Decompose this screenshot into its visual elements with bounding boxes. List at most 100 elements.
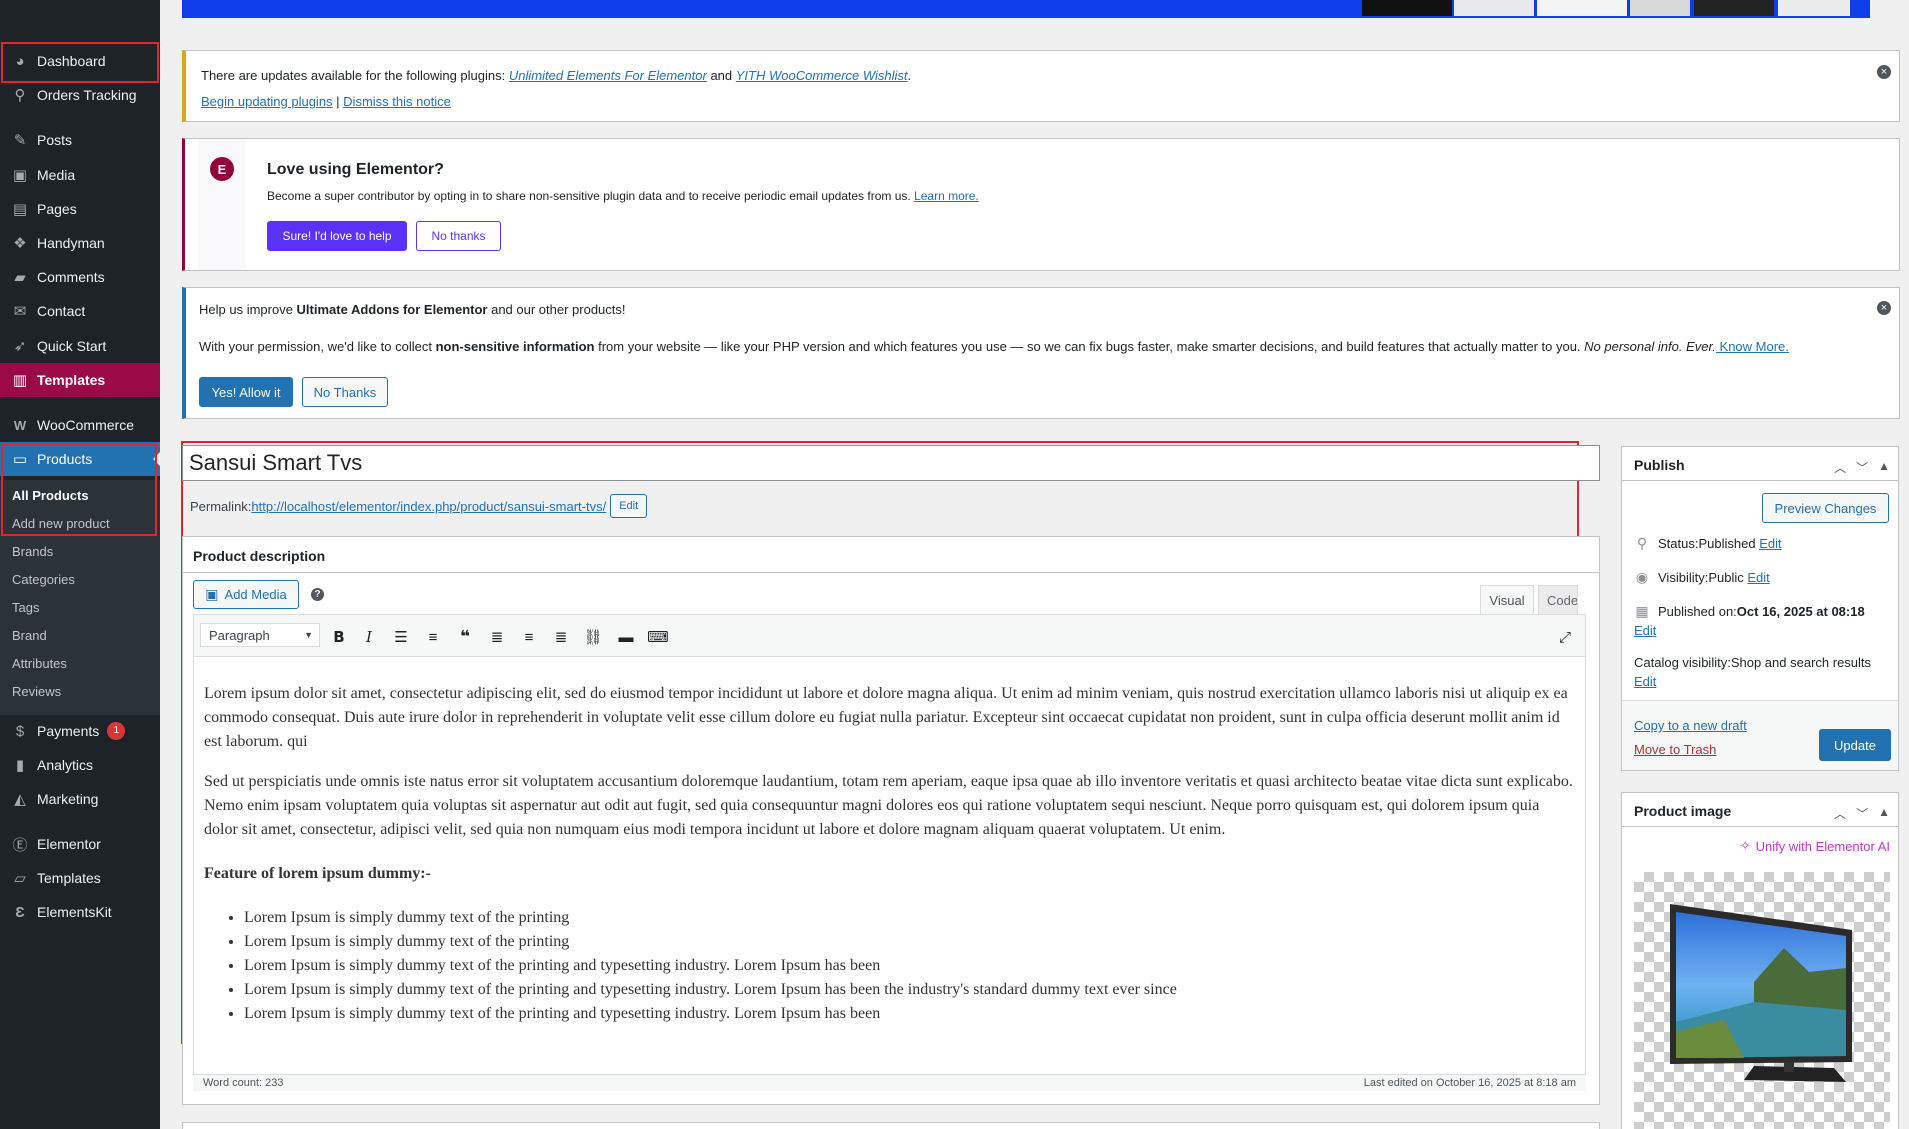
chevron-up-icon[interactable]: ︿ [1834,805,1846,822]
product-image-header: Product image ︿ ﹀ ▲ [1622,793,1898,827]
italic-icon[interactable]: I [358,626,380,648]
unify-with-ai-link[interactable]: ✧ Unify with Elementor AI [1740,838,1890,854]
sidebar-item-products[interactable]: ▭ Products [0,442,160,476]
publish-actions: Copy to a new draft Move to Trash Update [1622,700,1898,770]
permalink-url-link[interactable]: http://localhost/elementor/index.php/pro… [251,499,606,514]
banner-thumb [1454,0,1534,16]
tv-image [1670,904,1852,1082]
add-media-button[interactable]: ▣ Add Media [193,580,299,609]
link-icon[interactable]: ⛓ [582,626,604,648]
bold-icon[interactable]: B [328,626,350,648]
align-right-icon[interactable]: ≣ [550,626,572,648]
align-left-icon[interactable]: ≣ [486,626,508,648]
editor-content[interactable]: Lorem ipsum dolor sit amet, consectetur … [204,682,1574,1026]
banner-thumb [1630,0,1690,16]
envelope-icon: ✉ [13,303,27,320]
align-center-icon[interactable]: ≡ [518,626,540,648]
update-button[interactable]: Update [1819,729,1891,761]
elementor-optin-no-button[interactable]: No thanks [416,221,501,251]
pages-icon: ▤ [12,201,28,218]
submenu-brands[interactable]: Brands [12,544,53,559]
submenu-all-products[interactable]: All Products [12,488,89,503]
dismiss-notice-link[interactable]: Dismiss this notice [343,94,451,109]
sidebar-item-handyman[interactable]: ❖ Handyman [0,226,160,260]
submenu-categories[interactable]: Categories [12,572,75,587]
list-item: Lorem Ipsum is simply dummy text of the … [244,906,1574,930]
sidebar-item-quick-start[interactable]: ➶ Quick Start [0,329,160,363]
sidebar-item-marketing[interactable]: ◭ Marketing [0,782,160,816]
sidebar-item-templates[interactable]: ▥ Templates [0,363,160,397]
learn-more-link[interactable]: Learn more. [914,189,979,203]
sidebar-item-dashboard[interactable]: ◕ Dashboard [0,44,160,78]
product-image-thumbnail[interactable] [1634,872,1890,1129]
editor-status-bar: Word count: 233 Last edited on October 1… [193,1074,1586,1091]
submenu-add-new-product[interactable]: Add new product [12,516,110,531]
collapse-toggle-icon[interactable]: ▲ [1878,805,1890,822]
status-edit-link[interactable]: Edit [1759,536,1781,551]
submenu-brand[interactable]: Brand [12,628,47,643]
know-more-link[interactable]: Know More. [1716,339,1789,354]
sidebar-item-woocommerce[interactable]: W WooCommerce [0,408,160,442]
begin-updating-link[interactable]: Begin updating plugins [201,94,333,109]
sidebar-item-pages[interactable]: ▤ Pages [0,192,160,226]
sidebar-item-elementor[interactable]: Ⓔ Elementor [0,827,160,861]
calendar-icon: ▦ [1635,603,1649,619]
chevron-down-icon[interactable]: ﹀ [1856,459,1868,476]
sidebar-item-analytics[interactable]: ▮ Analytics [0,748,160,782]
numbered-list-icon[interactable]: ≡ [422,626,444,648]
visibility-edit-link[interactable]: Edit [1747,570,1769,585]
team-icon: ❖ [13,235,27,252]
elementor-optin-yes-button[interactable]: Sure! I'd love to help [267,221,407,251]
toolbar-toggle-icon[interactable]: ⌨ [647,626,669,648]
updates-actions: Begin updating plugins | Dismiss this no… [201,94,451,109]
read-more-icon[interactable]: ▬ [615,626,637,648]
plugin-link-yith-wishlist[interactable]: YITH WooCommerce Wishlist [736,68,908,83]
comment-icon: ▰ [14,269,26,286]
eye-icon: ◉ [1635,569,1649,585]
bullet-list-icon[interactable]: ☰ [390,626,412,648]
sidebar-item-orders-tracking[interactable]: ⚲ Orders Tracking [0,78,160,112]
media-icon: ▣ [12,167,28,184]
bar-chart-icon: ▮ [15,757,25,774]
close-icon[interactable]: × [1877,65,1891,79]
permalink-edit-button[interactable]: Edit [610,494,648,518]
blockquote-icon[interactable]: ❝ [454,626,476,648]
tab-visual[interactable]: Visual [1480,585,1534,614]
copy-to-draft-link[interactable]: Copy to a new draft [1634,718,1747,733]
chevron-up-icon[interactable]: ︿ [1834,459,1846,476]
product-title-input[interactable]: Sansui Smart Tvs [182,445,1600,481]
elementskit-icon: Ɛ [15,903,25,921]
move-to-trash-link[interactable]: Move to Trash [1634,742,1716,757]
preview-changes-button[interactable]: Preview Changes [1762,493,1889,523]
sidebar-item-elementskit[interactable]: Ɛ ElementsKit [0,895,160,929]
collapse-toggle-icon[interactable]: ▲ [1878,459,1890,476]
submenu-tags[interactable]: Tags [12,600,39,615]
chevron-down-icon[interactable]: ﹀ [1856,805,1868,822]
permalink-row: Permalink: http://localhost/elementor/in… [190,494,648,518]
catalog-edit-link[interactable]: Edit [1634,674,1656,689]
sidebar-item-media[interactable]: ▣ Media [0,158,160,192]
tab-code[interactable]: Code [1538,585,1578,614]
sidebar-item-posts[interactable]: ✎ Posts [0,123,160,157]
help-icon[interactable]: ? [311,588,324,601]
published-edit-link[interactable]: Edit [1634,623,1656,638]
plugin-link-unlimited-elements[interactable]: Unlimited Elements For Elementor [509,68,707,83]
sidebar-item-comments[interactable]: ▰ Comments [0,260,160,294]
folder-icon: ▱ [14,870,26,887]
visibility-row: ◉ Visibility: Public Edit [1635,569,1770,585]
submenu-reviews[interactable]: Reviews [12,684,61,699]
uae-no-thanks-button[interactable]: No Thanks [302,377,388,407]
banner-thumb [1694,0,1774,16]
sidebar-item-templates-2[interactable]: ▱ Templates [0,861,160,895]
payments-icon: $ [15,722,25,740]
product-image-box: Product image ︿ ﹀ ▲ ✧ Unify with Elemento… [1621,792,1899,1129]
sidebar-item-contact[interactable]: ✉ Contact [0,294,160,328]
sidebar-item-payments[interactable]: $ Payments 1 [0,714,160,748]
uae-allow-button[interactable]: Yes! Allow it [199,377,293,407]
banner-thumb [1362,0,1452,16]
submenu-attributes[interactable]: Attributes [12,656,67,671]
box-controls: ︿ ﹀ ▲ [1834,459,1890,476]
fullscreen-icon[interactable]: ⤢ [1554,626,1576,648]
close-icon[interactable]: × [1877,301,1891,315]
format-select[interactable]: Paragraph ▼ [200,623,320,647]
